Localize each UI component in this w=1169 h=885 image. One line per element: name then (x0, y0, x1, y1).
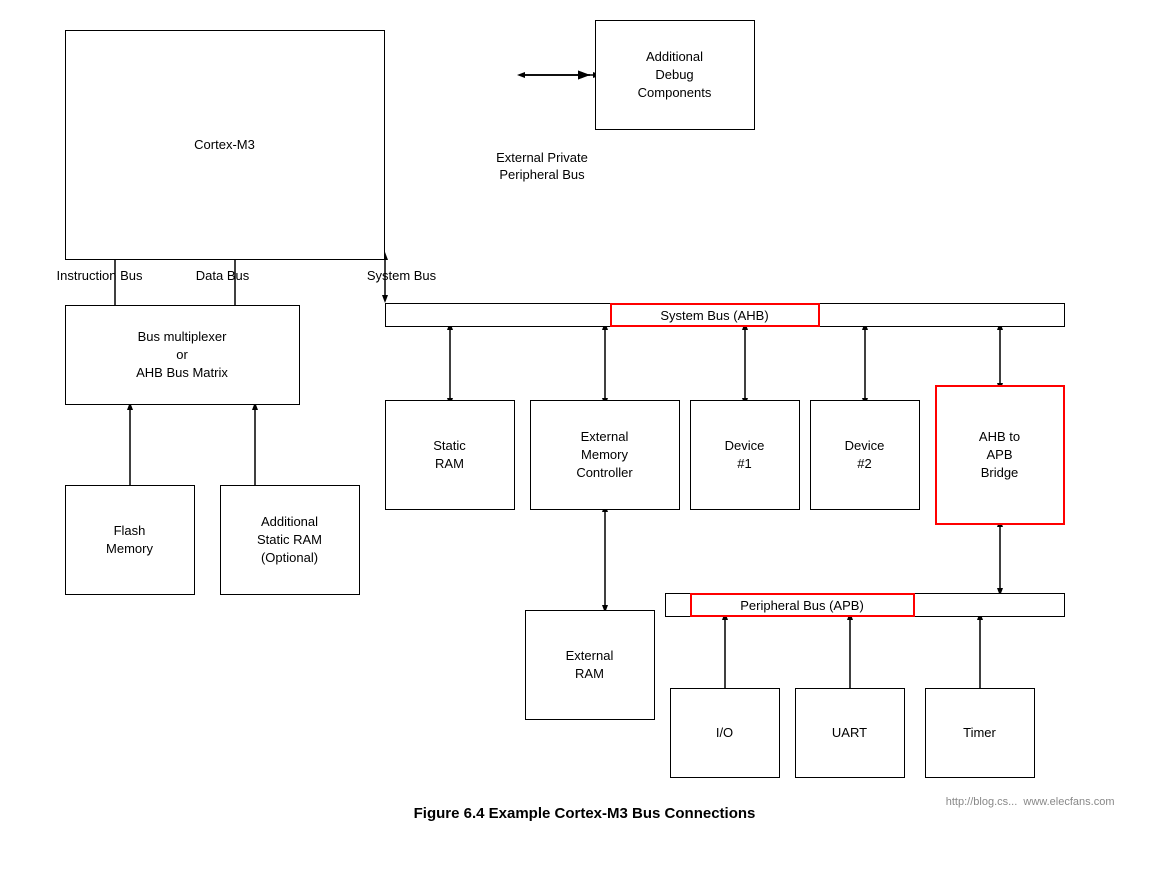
ext-ram-label: ExternalRAM (566, 647, 614, 683)
flash-memory-box: FlashMemory (65, 485, 195, 595)
instruction-bus-label: Instruction Bus (45, 268, 155, 285)
io-box: I/O (670, 688, 780, 778)
uart-box: UART (795, 688, 905, 778)
system-bus-ahb-label: System Bus (AHB) (610, 303, 820, 327)
ahb-apb-bridge-label: AHB toAPBBridge (979, 428, 1020, 483)
timer-box: Timer (925, 688, 1035, 778)
ext-mem-ctrl-box: ExternalMemoryController (530, 400, 680, 510)
ahb-apb-bridge-box: AHB toAPBBridge (935, 385, 1065, 525)
additional-debug-label: AdditionalDebugComponents (638, 48, 712, 103)
ext-ram-box: ExternalRAM (525, 610, 655, 720)
cortex-m3-label: Cortex-M3 (194, 136, 255, 154)
add-static-ram-box: AdditionalStatic RAM(Optional) (220, 485, 360, 595)
diagram-container: Cortex-M3 AdditionalDebugComponents Exte… (35, 10, 1135, 830)
bus-mux-box: Bus multiplexerorAHB Bus Matrix (65, 305, 300, 405)
static-ram-box: StaticRAM (385, 400, 515, 510)
data-bus-label: Data Bus (183, 268, 263, 285)
io-label: I/O (716, 724, 733, 742)
additional-debug-box: AdditionalDebugComponents (595, 20, 755, 130)
system-bus-upper-label: System Bus (357, 268, 447, 285)
device1-box: Device#1 (690, 400, 800, 510)
static-ram-label: StaticRAM (433, 437, 466, 473)
device2-box: Device#2 (810, 400, 920, 510)
ext-mem-ctrl-label: ExternalMemoryController (576, 428, 632, 483)
timer-label: Timer (963, 724, 996, 742)
cortex-m3-box: Cortex-M3 (65, 30, 385, 260)
watermark: http://blog.cs... www.elecfans.com (946, 796, 1115, 808)
device1-label: Device#1 (725, 437, 765, 473)
uart-label: UART (832, 724, 867, 742)
device2-label: Device#2 (845, 437, 885, 473)
bus-mux-label: Bus multiplexerorAHB Bus Matrix (136, 328, 228, 383)
ext-private-label: External PrivatePeripheral Bus (485, 150, 600, 184)
add-static-ram-label: AdditionalStatic RAM(Optional) (257, 513, 322, 568)
flash-memory-label: FlashMemory (106, 522, 153, 558)
peripheral-bus-apb-label: Peripheral Bus (APB) (690, 593, 915, 617)
